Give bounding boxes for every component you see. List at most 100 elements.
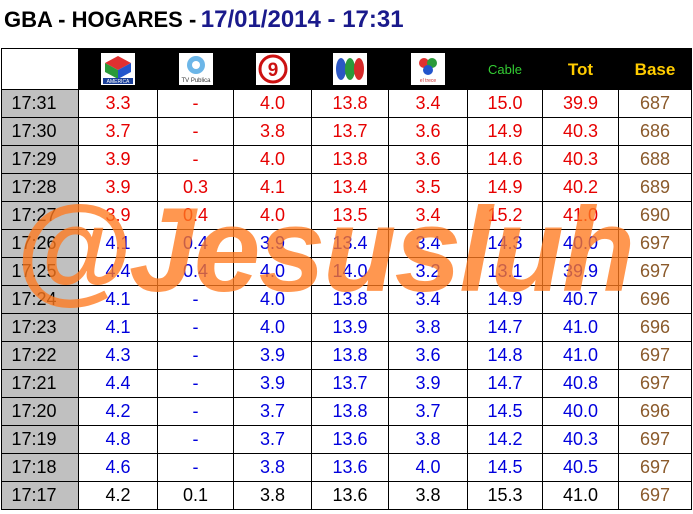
cell-tot: 40.5 — [542, 453, 619, 482]
table-row: 17:21 4.4-3.9 13.7 3.9 14.7 40.8 697 — [1, 369, 692, 398]
cell-ch3: 4.0 — [233, 89, 312, 118]
cell-base: 697 — [618, 257, 692, 286]
cell-cable: 14.3 — [467, 229, 543, 258]
cell-ch2: - — [157, 285, 234, 314]
cell-ch5: 3.8 — [388, 313, 468, 342]
cell-ch3: 3.7 — [233, 425, 312, 454]
cell-base: 689 — [618, 173, 692, 202]
cell-ch2: 0.4 — [157, 257, 234, 286]
cell-ch2: 0.3 — [157, 173, 234, 202]
header-cable-label: Cable — [488, 62, 522, 77]
cell-ch1: 4.4 — [78, 257, 158, 286]
cell-ch3: 3.9 — [233, 229, 312, 258]
title-date-time: 17/01/2014 - 17:31 — [200, 6, 404, 33]
header-channel-telefe — [311, 48, 389, 90]
cell-ch2: - — [157, 397, 234, 426]
page-title: GBA - HOGARES - 17/01/2014 - 17:31 — [4, 2, 404, 38]
cell-ch1: 4.1 — [78, 285, 158, 314]
cell-ch5: 3.4 — [388, 89, 468, 118]
header-base-label: Base — [634, 59, 676, 79]
cell-ch3: 3.9 — [233, 369, 312, 398]
table-row: 17:26 4.1 0.4 3.9 13.4 3.4 14.3 40.0 697 — [1, 229, 692, 258]
cell-tot: 41.0 — [542, 341, 619, 370]
cell-ch3: 3.8 — [233, 453, 312, 482]
row-time: 17:29 — [1, 145, 79, 174]
cell-ch4: 13.4 — [311, 173, 389, 202]
cell-ch1: 4.2 — [78, 481, 158, 510]
table-row: 17:25 4.4 0.4 4.0 14.0 3.2 13.1 39.9 697 — [1, 257, 692, 286]
cell-ch2: - — [157, 341, 234, 370]
cell-ch1: 4.4 — [78, 369, 158, 398]
row-time: 17:19 — [1, 425, 79, 454]
cell-ch3: 4.0 — [233, 257, 312, 286]
cell-ch5: 3.8 — [388, 425, 468, 454]
cell-tot: 40.0 — [542, 397, 619, 426]
header-channel-tv-publica: TV Publica — [157, 48, 234, 90]
telefe-logo-icon — [333, 53, 367, 85]
table-row: 17:27 3.9 0.4 4.0 13.5 3.4 15.2 41.0 690 — [1, 201, 692, 230]
cell-ch1: 4.3 — [78, 341, 158, 370]
cell-base: 686 — [618, 117, 692, 146]
cell-ch2: - — [157, 145, 234, 174]
svg-text:9: 9 — [267, 60, 278, 81]
header-cable: Cable — [467, 48, 543, 90]
cell-cable: 14.9 — [467, 285, 543, 314]
cell-base: 697 — [618, 453, 692, 482]
row-time: 17:20 — [1, 397, 79, 426]
cell-base: 687 — [618, 89, 692, 118]
cell-cable: 14.6 — [467, 145, 543, 174]
cell-ch5: 3.4 — [388, 285, 468, 314]
cell-ch5: 3.5 — [388, 173, 468, 202]
table-row: 17:17 4.2 0.1 3.8 13.6 3.8 15.3 41.0 697 — [1, 481, 692, 510]
cell-ch4: 13.7 — [311, 369, 389, 398]
row-time: 17:30 — [1, 117, 79, 146]
ratings-table: AMERICA TV Publica 9 el trece Cable Tot … — [1, 48, 692, 510]
cell-tot: 40.3 — [542, 425, 619, 454]
table-row: 17:20 4.2-3.7 13.8 3.7 14.5 40.0 696 — [1, 397, 692, 426]
cell-ch2: 0.4 — [157, 229, 234, 258]
cell-tot: 40.0 — [542, 229, 619, 258]
cell-ch3: 4.0 — [233, 313, 312, 342]
cell-ch2: - — [157, 313, 234, 342]
cell-tot: 41.0 — [542, 481, 619, 510]
cell-ch4: 13.4 — [311, 229, 389, 258]
cell-ch4: 14.0 — [311, 257, 389, 286]
cell-tot: 39.9 — [542, 257, 619, 286]
cell-ch3: 4.0 — [233, 285, 312, 314]
row-time: 17:24 — [1, 285, 79, 314]
cell-ch5: 3.9 — [388, 369, 468, 398]
cell-ch4: 13.8 — [311, 89, 389, 118]
cell-ch5: 3.7 — [388, 397, 468, 426]
cell-ch3: 4.0 — [233, 201, 312, 230]
row-time: 17:23 — [1, 313, 79, 342]
header-tot: Tot — [542, 48, 619, 90]
cell-ch1: 4.8 — [78, 425, 158, 454]
cell-tot: 40.7 — [542, 285, 619, 314]
channel-9-logo-icon: 9 — [255, 53, 290, 85]
cell-cable: 14.9 — [467, 117, 543, 146]
cell-cable: 14.9 — [467, 173, 543, 202]
cell-ch2: 0.1 — [157, 481, 234, 510]
cell-tot: 41.0 — [542, 201, 619, 230]
cell-ch3: 3.9 — [233, 341, 312, 370]
cell-ch3: 4.0 — [233, 145, 312, 174]
cell-ch4: 13.8 — [311, 285, 389, 314]
cell-ch2: - — [157, 425, 234, 454]
cell-ch4: 13.6 — [311, 481, 389, 510]
cell-ch1: 3.3 — [78, 89, 158, 118]
cell-cable: 14.2 — [467, 425, 543, 454]
table-row: 17:28 3.9 0.3 4.1 13.4 3.5 14.9 40.2 689 — [1, 173, 692, 202]
cell-base: 690 — [618, 201, 692, 230]
cell-ch1: 4.1 — [78, 313, 158, 342]
cell-base: 688 — [618, 145, 692, 174]
cell-ch2: - — [157, 117, 234, 146]
cell-cable: 15.2 — [467, 201, 543, 230]
cell-ch2: - — [157, 369, 234, 398]
row-time: 17:22 — [1, 341, 79, 370]
cell-ch4: 13.8 — [311, 397, 389, 426]
cell-cable: 13.1 — [467, 257, 543, 286]
cell-ch4: 13.8 — [311, 145, 389, 174]
cell-ch2: - — [157, 453, 234, 482]
cell-ch1: 4.1 — [78, 229, 158, 258]
row-time: 17:27 — [1, 201, 79, 230]
